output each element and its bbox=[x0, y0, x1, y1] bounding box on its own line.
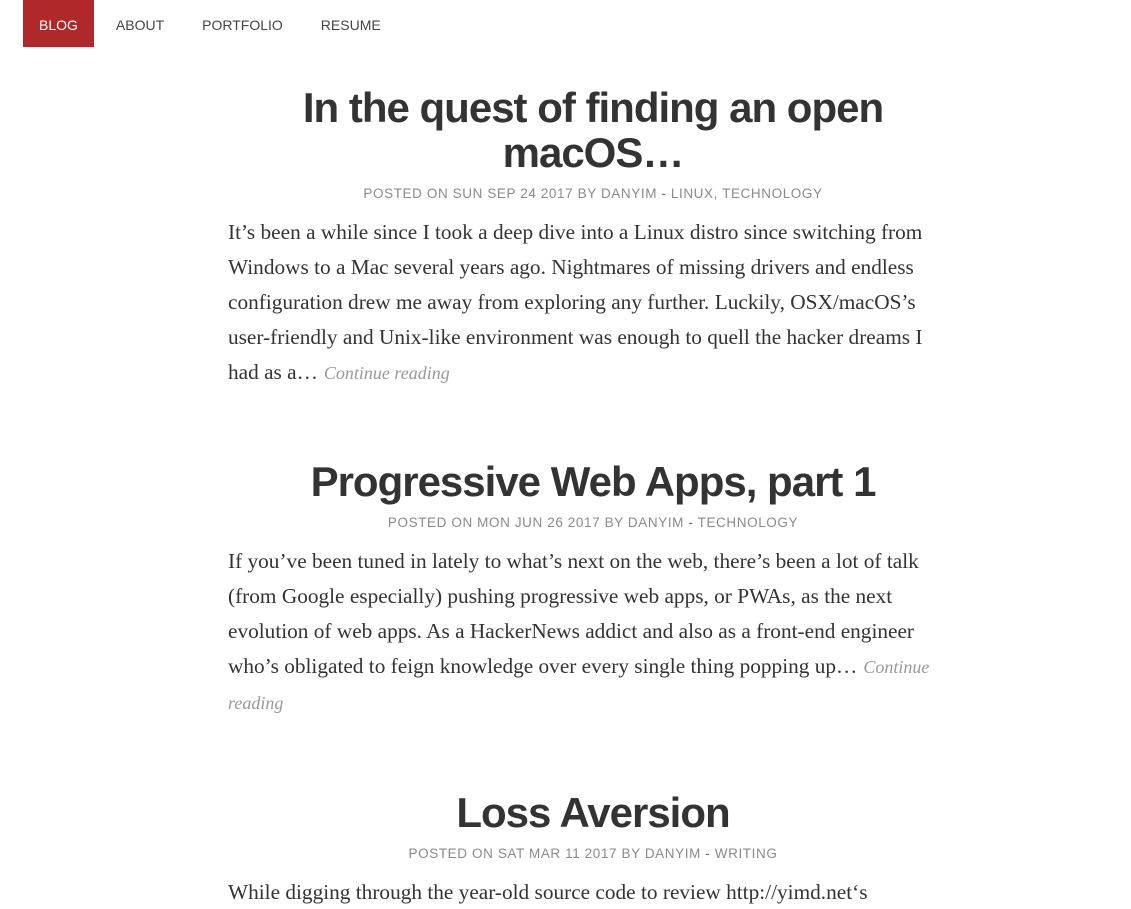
meta-separator: - bbox=[705, 846, 711, 861]
post-categories[interactable]: WRITING bbox=[715, 846, 778, 861]
nav-item-about[interactable]: ABOUT bbox=[94, 0, 183, 47]
excerpt-text: If you’ve been tuned in lately to what’s… bbox=[228, 549, 919, 678]
excerpt-text: It’s been a while since I took a deep di… bbox=[228, 220, 923, 384]
post-excerpt: While digging through the year-old sourc… bbox=[228, 875, 958, 909]
meta-separator: - bbox=[688, 515, 694, 530]
post-date[interactable]: SUN SEP 24 2017 bbox=[453, 186, 574, 201]
nav-item-portfolio[interactable]: PORTFOLIO bbox=[183, 0, 302, 47]
post-preview: In the quest of finding an open macOS… P… bbox=[228, 85, 958, 391]
meta-separator: - bbox=[661, 186, 667, 201]
post-preview: Loss Aversion POSTED ON SAT MAR 11 2017 … bbox=[228, 790, 958, 909]
post-excerpt: It’s been a while since I took a deep di… bbox=[228, 215, 958, 391]
posted-on-label: POSTED ON bbox=[387, 515, 473, 530]
post-title[interactable]: Loss Aversion bbox=[228, 790, 958, 835]
post-excerpt: If you’ve been tuned in lately to what’s… bbox=[228, 544, 958, 721]
top-navigation: BLOG ABOUT PORTFOLIO RESUME bbox=[23, 0, 400, 47]
by-label: BY bbox=[577, 186, 597, 201]
posted-on-label: POSTED ON bbox=[408, 846, 494, 861]
excerpt-text: While digging through the year-old sourc… bbox=[228, 880, 868, 904]
post-title[interactable]: In the quest of finding an open macOS… bbox=[228, 85, 958, 175]
post-date[interactable]: SAT MAR 11 2017 bbox=[498, 846, 617, 861]
by-label: BY bbox=[604, 515, 624, 530]
post-author[interactable]: DANYIM bbox=[628, 515, 684, 530]
posted-on-label: POSTED ON bbox=[363, 186, 449, 201]
post-meta: POSTED ON SAT MAR 11 2017 BY DANYIM - WR… bbox=[228, 846, 958, 861]
nav-item-blog[interactable]: BLOG bbox=[23, 0, 94, 47]
continue-reading-link[interactable]: Continue reading bbox=[324, 363, 450, 383]
post-preview: Progressive Web Apps, part 1 POSTED ON M… bbox=[228, 459, 958, 721]
nav-item-resume[interactable]: RESUME bbox=[302, 0, 400, 47]
post-date[interactable]: MON JUN 26 2017 bbox=[477, 515, 600, 530]
post-categories[interactable]: TECHNOLOGY bbox=[698, 515, 799, 530]
post-author[interactable]: DANYIM bbox=[645, 846, 701, 861]
post-meta: POSTED ON SUN SEP 24 2017 BY DANYIM - LI… bbox=[228, 186, 958, 201]
post-title[interactable]: Progressive Web Apps, part 1 bbox=[228, 459, 958, 504]
post-categories[interactable]: LINUX, TECHNOLOGY bbox=[671, 186, 823, 201]
by-label: BY bbox=[621, 846, 641, 861]
post-author[interactable]: DANYIM bbox=[601, 186, 657, 201]
post-meta: POSTED ON MON JUN 26 2017 BY DANYIM - TE… bbox=[228, 515, 958, 530]
